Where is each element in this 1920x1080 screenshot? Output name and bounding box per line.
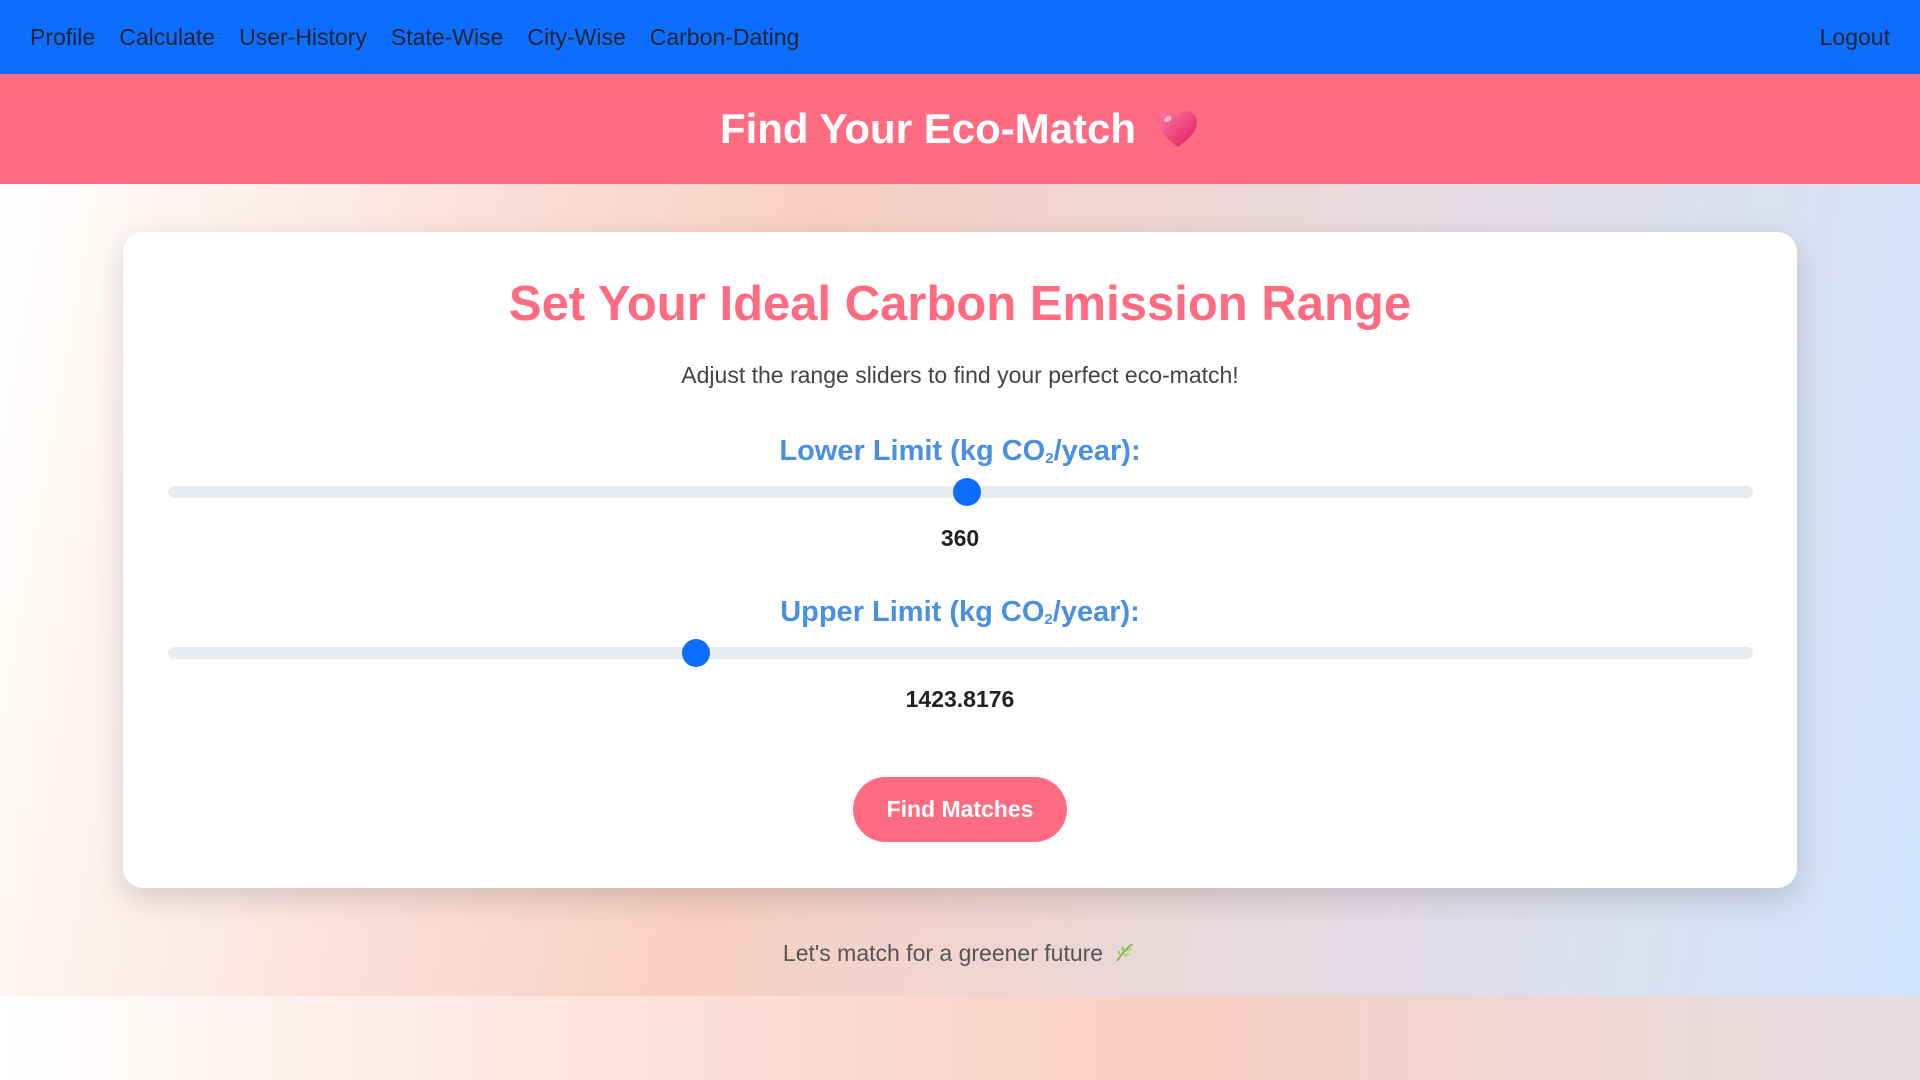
find-matches-button[interactable]: Find Matches bbox=[853, 777, 1067, 842]
heart-icon bbox=[1159, 111, 1198, 147]
range-card: Set Your Ideal Carbon Emission Range Adj… bbox=[123, 232, 1797, 888]
lower-limit-slider[interactable] bbox=[168, 478, 1753, 506]
banner-title: Find Your Eco-Match bbox=[719, 105, 1137, 152]
card-title: Set Your Ideal Carbon Emission Range bbox=[508, 277, 1412, 331]
nav-link-city-wise[interactable]: City-Wise bbox=[527, 24, 625, 51]
lower-limit-label-suffix: /year): bbox=[1053, 435, 1141, 467]
nav-link-carbon-dating[interactable]: Carbon-Dating bbox=[650, 24, 800, 51]
bottom-background-strip bbox=[0, 996, 1920, 1080]
upper-limit-slider-thumb[interactable] bbox=[681, 639, 710, 667]
upper-limit-label: Upper Limit (kg CO2/year): bbox=[123, 596, 1797, 629]
card-subtitle: Adjust the range sliders to find your pe… bbox=[681, 362, 1239, 388]
footer-text: Let's match for a greener future bbox=[0, 940, 1920, 967]
nav-links: Profile Calculate User-History State-Wis… bbox=[30, 24, 823, 51]
upper-limit-label-sub: 2 bbox=[1044, 611, 1053, 628]
upper-limit-value: 1423.8176 bbox=[905, 686, 1015, 712]
upper-limit-label-prefix: Upper Limit (kg CO bbox=[780, 596, 1045, 628]
page-banner: Find Your Eco-Match bbox=[0, 74, 1920, 184]
lower-limit-value: 360 bbox=[940, 525, 980, 551]
lower-limit-slider-thumb[interactable] bbox=[952, 478, 981, 506]
lower-limit-label: Lower Limit (kg CO2/year): bbox=[123, 435, 1797, 468]
upper-limit-slider[interactable] bbox=[168, 639, 1753, 667]
upper-limit-label-suffix: /year): bbox=[1052, 596, 1140, 628]
leaf-icon bbox=[1116, 943, 1134, 962]
footer-message: Let's match for a greener future bbox=[782, 940, 1104, 966]
lower-limit-label-prefix: Lower Limit (kg CO bbox=[779, 435, 1046, 467]
lower-limit-label-sub: 2 bbox=[1045, 450, 1054, 467]
nav-right: Logout bbox=[1820, 24, 1890, 51]
nav-link-calculate[interactable]: Calculate bbox=[119, 24, 215, 51]
nav-link-state-wise[interactable]: State-Wise bbox=[391, 24, 503, 51]
nav-link-profile[interactable]: Profile bbox=[30, 24, 95, 51]
logout-link[interactable]: Logout bbox=[1820, 24, 1890, 50]
nav-link-user-history[interactable]: User-History bbox=[239, 24, 367, 51]
top-navbar: Profile Calculate User-History State-Wis… bbox=[0, 0, 1920, 74]
